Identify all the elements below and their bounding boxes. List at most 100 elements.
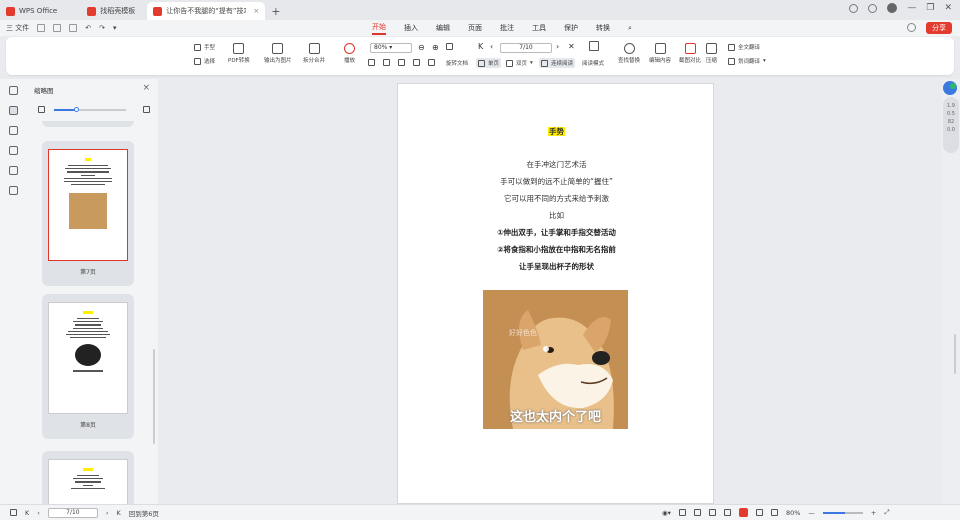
menu-5[interactable]: 工具	[532, 23, 546, 33]
zoom-value[interactable]: 80%	[786, 509, 800, 517]
thumbnail-panel-icon[interactable]	[8, 106, 18, 115]
close-window-icon[interactable]: ✕	[944, 3, 952, 13]
avatar[interactable]	[887, 3, 898, 13]
search-icon[interactable]: ⌕	[628, 24, 632, 33]
double-page-button[interactable]: 双页 ▾	[506, 59, 533, 67]
single-page-button[interactable]: 单页	[476, 58, 502, 68]
eye-icon[interactable]: ◉▾	[662, 509, 671, 517]
fit-icon[interactable]	[446, 43, 453, 50]
attachment-panel-icon[interactable]	[8, 146, 18, 155]
single-page-icon[interactable]	[693, 509, 701, 516]
slider-handle[interactable]	[74, 107, 79, 112]
bookmark-icon[interactable]	[398, 59, 405, 66]
tab-template[interactable]: 找稻壳模板	[81, 2, 141, 20]
undo-icon[interactable]: ↶	[85, 24, 91, 32]
large-thumb-icon	[143, 106, 150, 113]
thumbnail-page-7[interactable]: 第7页	[42, 141, 134, 286]
thumbnail-size-slider[interactable]	[38, 105, 150, 115]
first-page-icon[interactable]: K	[25, 509, 29, 517]
file-menu[interactable]: 三 文件	[6, 23, 29, 33]
new-tab-button[interactable]: +	[265, 2, 286, 20]
folder-icon[interactable]	[37, 24, 46, 32]
zoom-out-icon[interactable]: ⊖	[418, 43, 425, 52]
page-input[interactable]: 7/10	[500, 43, 552, 53]
menu-4[interactable]: 批注	[500, 23, 514, 33]
tab-document[interactable]: 让你告不我腿的“提有”技巧 ×	[147, 2, 266, 20]
print-icon[interactable]	[69, 24, 78, 32]
zoom-in-icon[interactable]: +	[871, 509, 876, 517]
find-replace-button[interactable]: 查找替换	[618, 43, 640, 64]
tab-wps-office[interactable]: WPS Office	[0, 2, 63, 20]
zoom-out-icon[interactable]: —	[808, 509, 815, 517]
word-translate-button[interactable]: 划词翻译 ▾	[728, 57, 766, 65]
window-icon[interactable]	[849, 3, 859, 13]
full-translate-button[interactable]: 全文翻译	[728, 43, 760, 51]
zoom-in-icon[interactable]: ⊕	[432, 43, 439, 52]
sync-icon[interactable]	[907, 23, 916, 32]
share-button[interactable]: 分享	[926, 22, 952, 34]
read-mode-button[interactable]: 阅读模式	[582, 59, 604, 67]
redo-icon[interactable]: ↷	[99, 24, 105, 32]
continuous-icon[interactable]	[723, 509, 731, 516]
rotate-doc-button[interactable]: 旋转文档	[446, 59, 468, 67]
double-page-icon[interactable]	[708, 509, 716, 516]
book-icon[interactable]	[755, 509, 763, 516]
pdf-convert-button[interactable]: PDF转换	[228, 43, 250, 64]
menu-0[interactable]: 开始	[372, 22, 386, 35]
compare-button[interactable]: 截图对比	[679, 43, 701, 64]
last-page-icon[interactable]: ✕	[568, 42, 575, 51]
page-scrollbar[interactable]	[954, 334, 956, 374]
minimize-icon[interactable]: —	[907, 3, 916, 13]
bookmark-panel-icon[interactable]	[8, 86, 18, 95]
sidebar-toggle-icon[interactable]	[10, 509, 17, 516]
layers-panel-icon[interactable]	[8, 186, 18, 195]
menu-7[interactable]: 转换	[596, 23, 610, 33]
back-to-page-link[interactable]: 回到第6页	[129, 508, 159, 518]
comment-panel-icon[interactable]	[8, 126, 18, 135]
prev-page-icon[interactable]: ‹	[37, 509, 40, 517]
compare-icon	[684, 43, 696, 54]
layout-icon[interactable]	[368, 59, 375, 66]
crop-icon[interactable]	[383, 59, 390, 66]
document-line: ①伸出双手，让手掌和手指交替活动	[497, 228, 616, 237]
select-tool-button[interactable]: 选择	[194, 57, 215, 65]
fit-width-icon[interactable]	[678, 509, 686, 516]
rotate-icon[interactable]	[428, 59, 435, 66]
zoom-slider[interactable]	[822, 511, 863, 514]
close-tab-icon[interactable]: ×	[253, 7, 259, 15]
menu-3[interactable]: 页面	[468, 23, 482, 33]
book-icon[interactable]	[589, 41, 599, 51]
first-page-icon[interactable]: K	[478, 42, 483, 51]
play-icon[interactable]	[738, 508, 748, 517]
thumbnail-page-9[interactable]	[42, 451, 134, 511]
last-page-icon[interactable]: K	[116, 509, 120, 517]
thumbnail-page-8[interactable]: 第8页	[42, 294, 134, 439]
settings-icon[interactable]	[868, 3, 878, 13]
edit-icon	[654, 43, 666, 54]
signature-panel-icon[interactable]	[8, 166, 18, 175]
continuous-read-button[interactable]: 连续阅读	[539, 58, 576, 68]
left-rail	[0, 79, 26, 504]
menu-6[interactable]: 保护	[564, 23, 578, 33]
status-page-input[interactable]: 7/10	[47, 507, 98, 518]
menu-1[interactable]: 插入	[404, 23, 418, 33]
hand-tool-button[interactable]: 手型	[194, 43, 215, 51]
more-icon[interactable]: ▾	[113, 24, 117, 32]
close-icon[interactable]: ×	[142, 83, 150, 93]
fullscreen-icon[interactable]: ⤢	[884, 508, 889, 517]
next-page-icon[interactable]: ›	[556, 42, 559, 51]
maximize-icon[interactable]: ❐	[926, 3, 934, 13]
split-merge-button[interactable]: 拆分合并	[303, 43, 325, 64]
next-page-icon[interactable]: ›	[106, 509, 109, 517]
sidebar-scrollbar[interactable]	[153, 349, 155, 444]
zoom-select[interactable]: 80% ▾	[370, 43, 412, 53]
prev-page-icon[interactable]: ‹	[490, 42, 493, 51]
edit-content-button[interactable]: 编辑内容	[649, 43, 671, 64]
to-image-button[interactable]: 输出为图片	[264, 43, 292, 64]
compress-button[interactable]: 压缩	[706, 43, 717, 64]
crop-icon[interactable]	[770, 509, 778, 516]
note-icon[interactable]	[413, 59, 420, 66]
save-icon[interactable]	[53, 24, 62, 32]
menu-2[interactable]: 编辑	[436, 23, 450, 33]
play-button[interactable]: 播放	[344, 43, 355, 64]
